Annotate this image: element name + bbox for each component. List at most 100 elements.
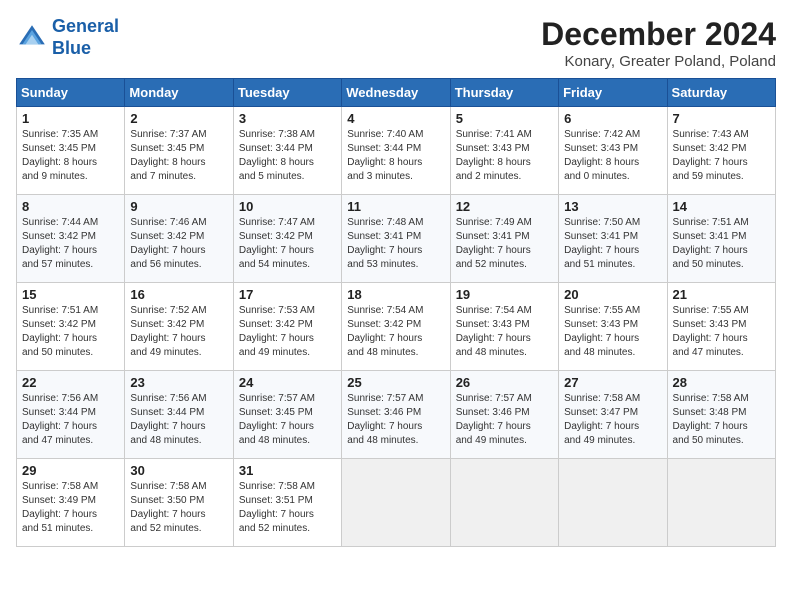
calendar-day-cell: 17Sunrise: 7:53 AM Sunset: 3:42 PM Dayli… <box>233 283 341 371</box>
logo-icon <box>16 22 48 54</box>
day-number: 3 <box>239 111 336 126</box>
weekday-header-cell: Tuesday <box>233 79 341 107</box>
calendar-day-cell: 25Sunrise: 7:57 AM Sunset: 3:46 PM Dayli… <box>342 371 450 459</box>
day-info: Sunrise: 7:51 AM Sunset: 3:41 PM Dayligh… <box>673 216 770 272</box>
weekday-header-cell: Monday <box>125 79 233 107</box>
day-number: 23 <box>130 375 227 390</box>
calendar-day-cell: 29Sunrise: 7:58 AM Sunset: 3:49 PM Dayli… <box>17 459 125 547</box>
day-number: 16 <box>130 287 227 302</box>
day-info: Sunrise: 7:54 AM Sunset: 3:42 PM Dayligh… <box>347 304 444 360</box>
month-title: December 2024 <box>541 16 776 53</box>
calendar-day-cell <box>342 459 450 547</box>
day-number: 22 <box>22 375 119 390</box>
day-info: Sunrise: 7:42 AM Sunset: 3:43 PM Dayligh… <box>564 128 661 184</box>
calendar-week-row: 22 Sunrise: 7:56 AM Sunset: 3:44 PM Dayli… <box>17 371 776 459</box>
calendar-table: SundayMondayTuesdayWednesdayThursdayFrid… <box>16 78 776 547</box>
day-number: 18 <box>347 287 444 302</box>
day-info: Sunrise: 7:55 AM Sunset: 3:43 PM Dayligh… <box>564 304 661 360</box>
day-number: 17 <box>239 287 336 302</box>
day-info: Sunrise: 7:57 AM Sunset: 3:45 PM Dayligh… <box>239 392 336 448</box>
calendar-day-cell: 5 Sunrise: 7:41 AM Sunset: 3:43 PM Daylig… <box>450 107 558 195</box>
day-number: 5 <box>456 111 553 126</box>
day-info: Sunrise: 7:51 AM Sunset: 3:42 PM Dayligh… <box>22 304 119 360</box>
calendar-week-row: 29Sunrise: 7:58 AM Sunset: 3:49 PM Dayli… <box>17 459 776 547</box>
day-info: Sunrise: 7:49 AM Sunset: 3:41 PM Dayligh… <box>456 216 553 272</box>
calendar-day-cell: 15Sunrise: 7:51 AM Sunset: 3:42 PM Dayli… <box>17 283 125 371</box>
day-number: 12 <box>456 199 553 214</box>
day-info: Sunrise: 7:38 AM Sunset: 3:44 PM Dayligh… <box>239 128 336 184</box>
logo-line1: General <box>52 16 119 36</box>
day-info: Sunrise: 7:58 AM Sunset: 3:47 PM Dayligh… <box>564 392 661 448</box>
day-info: Sunrise: 7:57 AM Sunset: 3:46 PM Dayligh… <box>347 392 444 448</box>
day-info: Sunrise: 7:55 AM Sunset: 3:43 PM Dayligh… <box>673 304 770 360</box>
day-info: Sunrise: 7:58 AM Sunset: 3:51 PM Dayligh… <box>239 480 336 536</box>
weekday-header-cell: Wednesday <box>342 79 450 107</box>
day-info: Sunrise: 7:48 AM Sunset: 3:41 PM Dayligh… <box>347 216 444 272</box>
day-number: 14 <box>673 199 770 214</box>
day-info: Sunrise: 7:40 AM Sunset: 3:44 PM Dayligh… <box>347 128 444 184</box>
calendar-day-cell: 13 Sunrise: 7:50 AM Sunset: 3:41 PM Dayli… <box>559 195 667 283</box>
day-number: 1 <box>22 111 119 126</box>
day-number: 19 <box>456 287 553 302</box>
day-info: Sunrise: 7:58 AM Sunset: 3:48 PM Dayligh… <box>673 392 770 448</box>
calendar-day-cell <box>559 459 667 547</box>
logo-text: General Blue <box>52 16 119 59</box>
calendar-day-cell <box>667 459 775 547</box>
calendar-day-cell: 7Sunrise: 7:43 AM Sunset: 3:42 PM Daylig… <box>667 107 775 195</box>
day-number: 10 <box>239 199 336 214</box>
calendar-day-cell: 26 Sunrise: 7:57 AM Sunset: 3:46 PM Dayli… <box>450 371 558 459</box>
day-number: 28 <box>673 375 770 390</box>
page-header: General Blue December 2024 Konary, Great… <box>16 16 776 70</box>
day-number: 9 <box>130 199 227 214</box>
calendar-day-cell: 24 Sunrise: 7:57 AM Sunset: 3:45 PM Dayli… <box>233 371 341 459</box>
calendar-day-cell: 31 Sunrise: 7:58 AM Sunset: 3:51 PM Dayli… <box>233 459 341 547</box>
calendar-day-cell: 28 Sunrise: 7:58 AM Sunset: 3:48 PM Dayli… <box>667 371 775 459</box>
day-info: Sunrise: 7:41 AM Sunset: 3:43 PM Dayligh… <box>456 128 553 184</box>
day-info: Sunrise: 7:56 AM Sunset: 3:44 PM Dayligh… <box>22 392 119 448</box>
title-block: December 2024 Konary, Greater Poland, Po… <box>541 16 776 70</box>
day-number: 31 <box>239 463 336 478</box>
calendar-day-cell: 9 Sunrise: 7:46 AM Sunset: 3:42 PM Daylig… <box>125 195 233 283</box>
day-info: Sunrise: 7:37 AM Sunset: 3:45 PM Dayligh… <box>130 128 227 184</box>
calendar-day-cell: 16Sunrise: 7:52 AM Sunset: 3:42 PM Dayli… <box>125 283 233 371</box>
weekday-header-cell: Saturday <box>667 79 775 107</box>
day-number: 11 <box>347 199 444 214</box>
calendar-day-cell: 2 Sunrise: 7:37 AM Sunset: 3:45 PM Daylig… <box>125 107 233 195</box>
day-info: Sunrise: 7:44 AM Sunset: 3:42 PM Dayligh… <box>22 216 119 272</box>
calendar-day-cell: 18 Sunrise: 7:54 AM Sunset: 3:42 PM Dayli… <box>342 283 450 371</box>
logo: General Blue <box>16 16 119 59</box>
day-info: Sunrise: 7:56 AM Sunset: 3:44 PM Dayligh… <box>130 392 227 448</box>
calendar-day-cell: 19Sunrise: 7:54 AM Sunset: 3:43 PM Dayli… <box>450 283 558 371</box>
day-info: Sunrise: 7:43 AM Sunset: 3:42 PM Dayligh… <box>673 128 770 184</box>
calendar-day-cell: 20 Sunrise: 7:55 AM Sunset: 3:43 PM Dayli… <box>559 283 667 371</box>
day-number: 4 <box>347 111 444 126</box>
day-info: Sunrise: 7:58 AM Sunset: 3:50 PM Dayligh… <box>130 480 227 536</box>
day-number: 24 <box>239 375 336 390</box>
calendar-day-cell: 22 Sunrise: 7:56 AM Sunset: 3:44 PM Dayli… <box>17 371 125 459</box>
day-number: 6 <box>564 111 661 126</box>
weekday-header-cell: Sunday <box>17 79 125 107</box>
day-number: 26 <box>456 375 553 390</box>
calendar-day-cell: 30 Sunrise: 7:58 AM Sunset: 3:50 PM Dayli… <box>125 459 233 547</box>
day-info: Sunrise: 7:50 AM Sunset: 3:41 PM Dayligh… <box>564 216 661 272</box>
calendar-day-cell: 27Sunrise: 7:58 AM Sunset: 3:47 PM Dayli… <box>559 371 667 459</box>
day-info: Sunrise: 7:47 AM Sunset: 3:42 PM Dayligh… <box>239 216 336 272</box>
calendar-day-cell: 23 Sunrise: 7:56 AM Sunset: 3:44 PM Dayli… <box>125 371 233 459</box>
calendar-day-cell: 21Sunrise: 7:55 AM Sunset: 3:43 PM Dayli… <box>667 283 775 371</box>
calendar-day-cell: 14 Sunrise: 7:51 AM Sunset: 3:41 PM Dayli… <box>667 195 775 283</box>
calendar-week-row: 15Sunrise: 7:51 AM Sunset: 3:42 PM Dayli… <box>17 283 776 371</box>
calendar-body: 1Sunrise: 7:35 AM Sunset: 3:45 PM Daylig… <box>17 107 776 547</box>
calendar-day-cell: 6 Sunrise: 7:42 AM Sunset: 3:43 PM Daylig… <box>559 107 667 195</box>
day-number: 20 <box>564 287 661 302</box>
calendar-day-cell <box>450 459 558 547</box>
day-info: Sunrise: 7:57 AM Sunset: 3:46 PM Dayligh… <box>456 392 553 448</box>
logo-line2: Blue <box>52 38 91 58</box>
day-number: 2 <box>130 111 227 126</box>
calendar-day-cell: 11 Sunrise: 7:48 AM Sunset: 3:41 PM Dayli… <box>342 195 450 283</box>
location: Konary, Greater Poland, Poland <box>541 53 776 70</box>
day-info: Sunrise: 7:46 AM Sunset: 3:42 PM Dayligh… <box>130 216 227 272</box>
calendar-day-cell: 12 Sunrise: 7:49 AM Sunset: 3:41 PM Dayli… <box>450 195 558 283</box>
calendar-week-row: 1Sunrise: 7:35 AM Sunset: 3:45 PM Daylig… <box>17 107 776 195</box>
day-number: 30 <box>130 463 227 478</box>
day-number: 13 <box>564 199 661 214</box>
